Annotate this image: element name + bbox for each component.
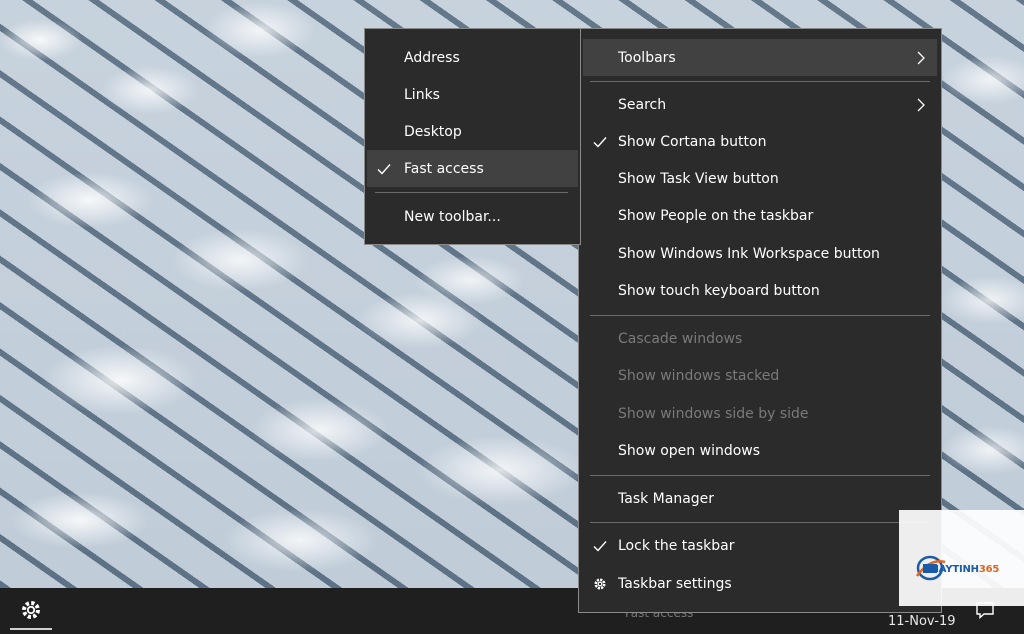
menu-separator (590, 315, 930, 316)
menu-item-label: Show Task View button (618, 170, 779, 187)
menu-item-search[interactable]: Search (583, 86, 937, 123)
menu-item-show-windows-side-by-side: Show windows side by side (583, 395, 937, 432)
menu-item-show-windows-stacked: Show windows stacked (583, 357, 937, 394)
menu-item-show-task-view-button[interactable]: Show Task View button (583, 160, 937, 197)
menu-item-label: Show touch keyboard button (618, 282, 820, 299)
menu-item-label: Cascade windows (618, 330, 743, 347)
submenu-item-label: New toolbar... (404, 208, 501, 225)
submenu-item-label: Desktop (404, 123, 462, 140)
menu-item-cascade-windows: Cascade windows (583, 320, 937, 357)
chevron-right-icon (917, 98, 925, 111)
menu-item-label: Show Windows Ink Workspace button (618, 245, 880, 262)
menu-item-show-ink-workspace[interactable]: Show Windows Ink Workspace button (583, 235, 937, 272)
menu-item-show-touch-keyboard[interactable]: Show touch keyboard button (583, 272, 937, 309)
gear-icon (22, 601, 40, 619)
logo-brand-text: MAYTINH365 (929, 564, 1000, 575)
taskbar-context-menu: Toolbars Search Show Cortana button Show… (578, 28, 942, 613)
watermark-logo: MAYTINH365 (899, 510, 1024, 606)
taskbar-clock[interactable]: 11-Nov-19 (888, 614, 956, 629)
menu-separator (590, 475, 930, 476)
submenu-item-label: Address (404, 49, 460, 66)
submenu-item-label: Fast access (404, 160, 484, 177)
chevron-right-icon (917, 51, 925, 64)
menu-item-show-people[interactable]: Show People on the taskbar (583, 197, 937, 234)
gear-icon (594, 578, 606, 589)
menu-item-taskbar-settings[interactable]: Taskbar settings (583, 565, 937, 602)
menu-item-toolbars[interactable]: Toolbars (583, 39, 937, 76)
checkmark-icon (377, 163, 391, 175)
taskbar-settings-button[interactable] (10, 592, 52, 630)
menu-item-show-cortana-button[interactable]: Show Cortana button (583, 123, 937, 160)
menu-item-label: Show People on the taskbar (618, 207, 814, 224)
menu-item-label: Search (618, 96, 667, 113)
menu-item-label: Task Manager (618, 490, 715, 507)
menu-item-label: Lock the taskbar (618, 537, 735, 554)
submenu-item-label: Links (404, 86, 440, 103)
submenu-item-fast-access[interactable]: Fast access (367, 150, 578, 187)
checkmark-icon (593, 136, 607, 148)
menu-item-label: Taskbar settings (618, 575, 732, 592)
submenu-item-links[interactable]: Links (367, 76, 578, 113)
submenu-item-new-toolbar[interactable]: New toolbar... (367, 198, 578, 235)
submenu-separator (375, 192, 568, 193)
menu-item-lock-taskbar[interactable]: Lock the taskbar (583, 527, 937, 564)
menu-item-label: Show windows stacked (618, 367, 780, 384)
submenu-item-desktop[interactable]: Desktop (367, 113, 578, 150)
menu-item-label: Toolbars (618, 49, 676, 66)
menu-item-label: Show Cortana button (618, 133, 767, 150)
menu-item-label: Show open windows (618, 442, 761, 459)
toolbars-submenu: Address Links Desktop Fast access New to… (364, 28, 581, 245)
checkmark-icon (593, 540, 607, 552)
menu-item-show-open-windows[interactable]: Show open windows (583, 432, 937, 469)
menu-item-task-manager[interactable]: Task Manager (583, 480, 937, 517)
desktop-screen: Address Links Desktop Fast access New to… (0, 0, 1024, 634)
menu-separator (590, 522, 930, 523)
menu-separator (590, 81, 930, 82)
submenu-item-address[interactable]: Address (367, 39, 578, 76)
menu-item-label: Show windows side by side (618, 405, 809, 422)
